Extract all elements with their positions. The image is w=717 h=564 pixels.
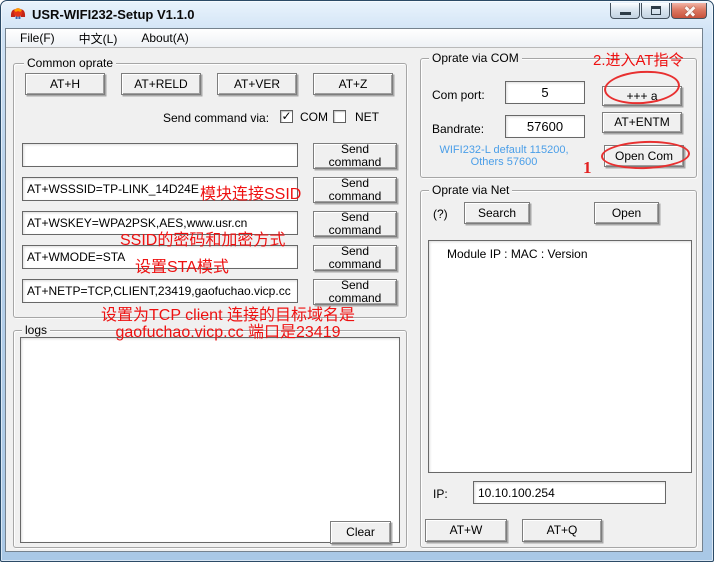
send-command-button-3[interactable]: Send command <box>313 211 397 237</box>
com-checkbox[interactable]: ✓ <box>280 110 293 123</box>
com-port-input[interactable] <box>505 81 585 104</box>
at-z-button[interactable]: AT+Z <box>313 73 393 95</box>
annotation-netp-line2: gaofuchao.vicp.cc 端口是23419 <box>83 324 373 341</box>
search-button[interactable]: Search <box>464 202 530 224</box>
at-h-button[interactable]: AT+H <box>25 73 105 95</box>
net-checkbox[interactable] <box>333 110 346 123</box>
minimize-icon <box>620 12 631 15</box>
app-logo-icon <box>10 5 26 21</box>
at-ver-button[interactable]: AT+VER <box>217 73 297 95</box>
module-list-header: Module IP : MAC : Version <box>447 247 588 261</box>
at-reld-button[interactable]: AT+RELD <box>121 73 201 95</box>
baudrate-hint: WIFI232-L default 115200, Others 57600 <box>423 144 585 168</box>
title-bar[interactable]: USR-WIFI232-Setup V1.1.0 <box>2 2 712 28</box>
annotation-netp-line1: 设置为TCP client 连接的目标域名是 <box>83 307 373 324</box>
bandrate-input[interactable] <box>505 115 585 138</box>
menu-about[interactable]: About(A) <box>133 30 196 46</box>
annotation-step1: 1 <box>583 158 592 178</box>
send-command-button-1[interactable]: Send command <box>313 143 397 169</box>
send-command-button-4[interactable]: Send command <box>313 245 397 271</box>
com-checkbox-label[interactable]: COM <box>300 110 328 124</box>
menu-file[interactable]: File(F) <box>12 30 63 46</box>
help-label[interactable]: (?) <box>433 207 448 221</box>
module-list[interactable]: Module IP : MAC : Version <box>428 240 692 473</box>
command-input-5[interactable] <box>22 279 298 303</box>
at-w-button[interactable]: AT+W <box>425 519 507 542</box>
maximize-button[interactable] <box>641 3 670 19</box>
close-button[interactable] <box>671 3 707 19</box>
clear-button[interactable]: Clear <box>330 521 391 544</box>
annotation-netp: 设置为TCP client 连接的目标域名是 gaofuchao.vicp.cc… <box>83 307 373 341</box>
annotation-step2: 2.进入AT指令 <box>593 52 684 69</box>
baudrate-hint-line1: WIFI232-L default 115200, <box>423 144 585 156</box>
window-title: USR-WIFI232-Setup V1.1.0 <box>32 7 195 22</box>
open-button[interactable]: Open <box>594 202 659 224</box>
ip-label: IP: <box>433 487 448 501</box>
command-input-1[interactable] <box>22 143 298 167</box>
maximize-icon <box>651 6 661 15</box>
annotation-wmode: 设置STA模式 <box>135 259 229 276</box>
common-oprate-title: Common oprate <box>24 57 116 69</box>
at-entm-button[interactable]: AT+ENTM <box>602 112 682 133</box>
annotation-ssid: 模块连接SSID <box>200 186 301 203</box>
oprate-via-com-title: Oprate via COM <box>429 52 522 64</box>
send-command-button-5[interactable]: Send command <box>313 279 397 305</box>
menu-bar: File(F) 中文(L) About(A) <box>6 29 702 48</box>
ip-input[interactable] <box>473 481 666 504</box>
screenshot-page: USR-WIFI232-Setup V1.1.0 File(F) 中文(L) A… <box>0 0 717 564</box>
menu-language[interactable]: 中文(L) <box>71 29 126 48</box>
send-command-button-2[interactable]: Send command <box>313 177 397 203</box>
annotation-wskey: SSID的密码和加密方式 <box>120 232 285 249</box>
minimize-button[interactable] <box>610 3 640 19</box>
net-checkbox-label[interactable]: NET <box>355 110 379 124</box>
com-port-label: Com port: <box>432 88 485 102</box>
bandrate-label: Bandrate: <box>432 122 484 136</box>
baudrate-hint-line2: Others 57600 <box>423 156 585 168</box>
send-via-label: Send command via: <box>163 111 269 125</box>
oprate-via-net-title: Oprate via Net <box>429 184 512 196</box>
at-q-button[interactable]: AT+Q <box>522 519 602 542</box>
logs-title: logs <box>22 324 50 336</box>
logs-textarea[interactable] <box>20 337 400 543</box>
